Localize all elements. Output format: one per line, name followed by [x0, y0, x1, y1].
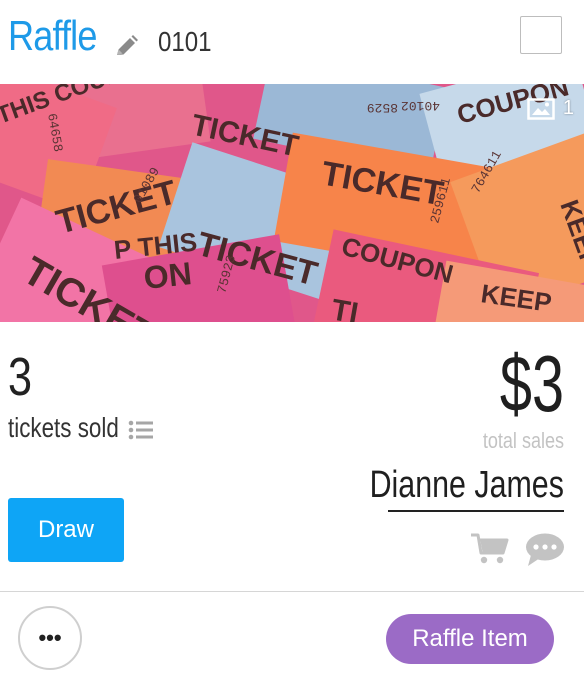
footer-divider [0, 591, 584, 592]
chat-icon[interactable] [525, 532, 565, 568]
item-header: Raffle 0101 [0, 0, 584, 84]
list-icon[interactable] [128, 419, 154, 441]
photo-count[interactable]: 1 [527, 97, 574, 120]
ticket-serial: 8529 [367, 100, 398, 115]
ticket-text: ON [142, 255, 194, 296]
draw-button[interactable]: Draw [8, 498, 124, 562]
winner-name[interactable]: Dianne James [370, 464, 564, 507]
page-title: Raffle [8, 12, 97, 59]
ticket-text: TI [329, 293, 361, 322]
more-options-button[interactable]: ••• [18, 606, 82, 670]
total-sales-label: total sales [482, 428, 564, 453]
tickets-photo: TICKET TICKET TICKET TICKET TICKET COUPO… [0, 84, 584, 322]
tickets-sold-label: tickets sold [8, 412, 119, 443]
image-icon [527, 97, 555, 120]
total-sales-amount: $3 [499, 339, 564, 428]
item-photo[interactable]: TICKET TICKET TICKET TICKET TICKET COUPO… [0, 84, 584, 322]
pencil-icon[interactable] [114, 35, 140, 59]
winner-underline [388, 510, 564, 512]
ticket-serial: 40102 [401, 98, 440, 113]
select-checkbox[interactable] [520, 16, 562, 54]
cart-icon[interactable] [471, 533, 509, 565]
photo-count-value: 1 [562, 97, 574, 119]
item-number: 0101 [158, 26, 212, 57]
tickets-sold-count: 3 [8, 347, 33, 407]
category-badge[interactable]: Raffle Item [386, 614, 554, 664]
